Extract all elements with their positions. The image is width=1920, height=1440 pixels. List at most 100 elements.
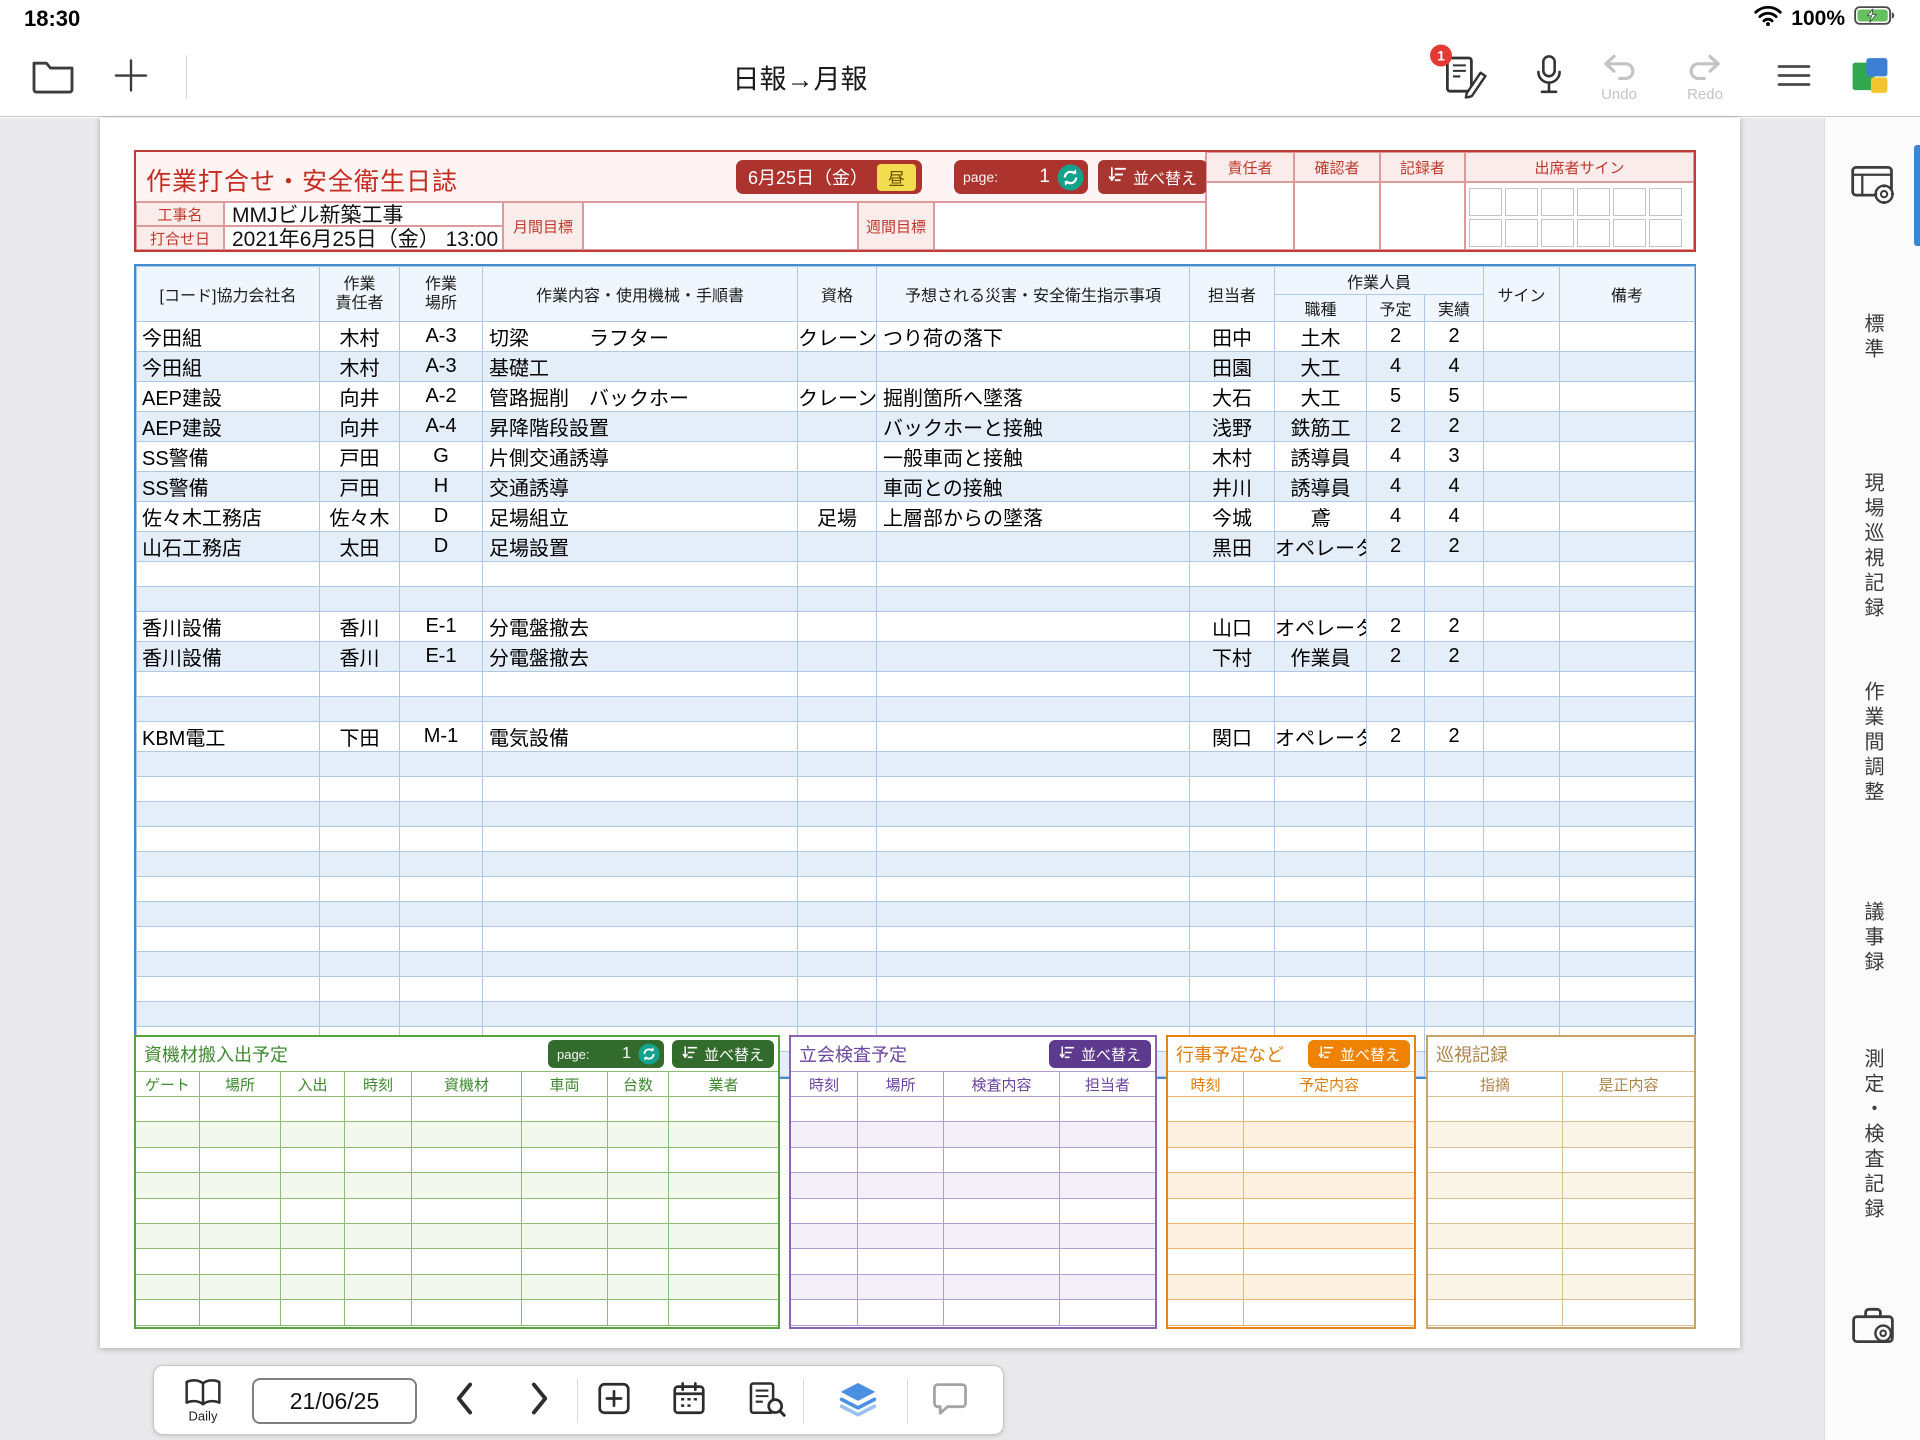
empty-cell[interactable]: [345, 1148, 412, 1172]
empty-cell[interactable]: [1428, 1173, 1563, 1197]
work-cell[interactable]: 4: [1367, 502, 1425, 532]
work-cell[interactable]: [1275, 1002, 1367, 1027]
work-cell[interactable]: [798, 952, 877, 977]
empty-cell[interactable]: [1563, 1300, 1694, 1324]
work-row[interactable]: 香川設備香川E-1分電盤撤去山口オペレーター22: [137, 612, 1695, 642]
work-cell[interactable]: [1367, 752, 1425, 777]
work-cell[interactable]: [483, 927, 798, 952]
work-cell[interactable]: A-3: [400, 352, 483, 382]
empty-cell[interactable]: [1563, 1173, 1694, 1197]
work-cell[interactable]: 切梁 ラフター: [483, 322, 798, 352]
sign-cell[interactable]: [1577, 219, 1610, 247]
work-cell[interactable]: 上層部からの墜落: [877, 502, 1190, 532]
work-cell[interactable]: [400, 902, 483, 927]
work-row[interactable]: [137, 902, 1695, 927]
work-cell[interactable]: [1484, 502, 1560, 532]
empty-cell[interactable]: [522, 1224, 608, 1248]
work-cell[interactable]: [320, 752, 400, 777]
empty-cell[interactable]: [1168, 1097, 1244, 1121]
work-cell[interactable]: [1275, 952, 1367, 977]
work-cell[interactable]: [320, 927, 400, 952]
work-cell[interactable]: [1560, 612, 1695, 642]
work-cell[interactable]: AEP建設: [137, 382, 320, 412]
work-cell[interactable]: [1484, 827, 1560, 852]
work-cell[interactable]: [1275, 697, 1367, 722]
work-cell[interactable]: [798, 442, 877, 472]
work-cell[interactable]: [137, 587, 320, 612]
work-cell[interactable]: [1560, 1002, 1695, 1027]
work-cell[interactable]: [1484, 777, 1560, 802]
work-cell[interactable]: [1484, 322, 1560, 352]
work-cell[interactable]: [320, 827, 400, 852]
empty-row[interactable]: [1428, 1249, 1694, 1274]
work-cell[interactable]: AEP建設: [137, 412, 320, 442]
work-cell[interactable]: [1275, 877, 1367, 902]
empty-cell[interactable]: [412, 1173, 522, 1197]
work-cell[interactable]: [400, 587, 483, 612]
work-cell[interactable]: 3: [1425, 442, 1484, 472]
work-cell[interactable]: [400, 852, 483, 877]
empty-cell[interactable]: [200, 1275, 281, 1299]
work-cell[interactable]: [1367, 827, 1425, 852]
empty-cell[interactable]: [345, 1249, 412, 1273]
date-field[interactable]: 21/06/25: [252, 1378, 417, 1424]
empty-cell[interactable]: [522, 1173, 608, 1197]
work-cell[interactable]: [1484, 902, 1560, 927]
work-row[interactable]: [137, 927, 1695, 952]
folder-button[interactable]: [30, 56, 76, 97]
work-cell[interactable]: [400, 977, 483, 1002]
refresh-icon[interactable]: [638, 1043, 660, 1065]
empty-cell[interactable]: [1428, 1148, 1563, 1172]
work-cell[interactable]: [137, 802, 320, 827]
work-cell[interactable]: [1425, 802, 1484, 827]
page-widget[interactable]: page: 1: [954, 160, 1088, 194]
empty-cell[interactable]: [1060, 1148, 1155, 1172]
work-cell[interactable]: 5: [1425, 382, 1484, 412]
work-cell[interactable]: 山石工務店: [137, 532, 320, 562]
work-cell[interactable]: [1275, 672, 1367, 697]
work-cell[interactable]: [1484, 977, 1560, 1002]
empty-row[interactable]: [791, 1122, 1155, 1147]
work-cell[interactable]: [798, 532, 877, 562]
work-cell[interactable]: [1560, 642, 1695, 672]
empty-cell[interactable]: [1244, 1275, 1414, 1299]
work-cell[interactable]: 管路掘削 バックホー: [483, 382, 798, 412]
sign-cell[interactable]: [1541, 188, 1574, 216]
work-cell[interactable]: [1560, 952, 1695, 977]
work-cell[interactable]: [483, 672, 798, 697]
work-cell[interactable]: [483, 587, 798, 612]
empty-row[interactable]: [791, 1275, 1155, 1300]
empty-cell[interactable]: [669, 1148, 778, 1172]
empty-cell[interactable]: [1563, 1249, 1694, 1273]
work-cell[interactable]: SS警備: [137, 442, 320, 472]
empty-cell[interactable]: [200, 1122, 281, 1146]
work-cell[interactable]: [1190, 827, 1275, 852]
work-cell[interactable]: [1484, 802, 1560, 827]
work-row[interactable]: 佐々木工務店佐々木D足場組立足場上層部からの墜落今城鳶44: [137, 502, 1695, 532]
empty-cell[interactable]: [608, 1275, 669, 1299]
empty-cell[interactable]: [412, 1300, 522, 1324]
empty-row[interactable]: [791, 1148, 1155, 1173]
work-cell[interactable]: [877, 1002, 1190, 1027]
work-cell[interactable]: [877, 752, 1190, 777]
work-cell[interactable]: [1560, 877, 1695, 902]
work-cell[interactable]: [1484, 412, 1560, 442]
work-row[interactable]: [137, 752, 1695, 777]
daily-view-button[interactable]: Daily: [183, 1377, 223, 1424]
empty-cell[interactable]: [791, 1173, 858, 1197]
work-cell[interactable]: [877, 977, 1190, 1002]
work-cell[interactable]: [1367, 977, 1425, 1002]
work-cell[interactable]: 誘導員: [1275, 472, 1367, 502]
work-row[interactable]: [137, 777, 1695, 802]
work-cell[interactable]: [1560, 777, 1695, 802]
sort-button[interactable]: 並べ替え: [1098, 160, 1207, 194]
empty-cell[interactable]: [1168, 1122, 1244, 1146]
work-cell[interactable]: [1190, 877, 1275, 902]
work-cell[interactable]: [877, 672, 1190, 697]
work-cell[interactable]: [877, 642, 1190, 672]
empty-cell[interactable]: [791, 1224, 858, 1248]
work-cell[interactable]: [877, 802, 1190, 827]
work-cell[interactable]: 4: [1367, 442, 1425, 472]
empty-cell[interactable]: [1168, 1224, 1244, 1248]
work-cell[interactable]: [400, 927, 483, 952]
